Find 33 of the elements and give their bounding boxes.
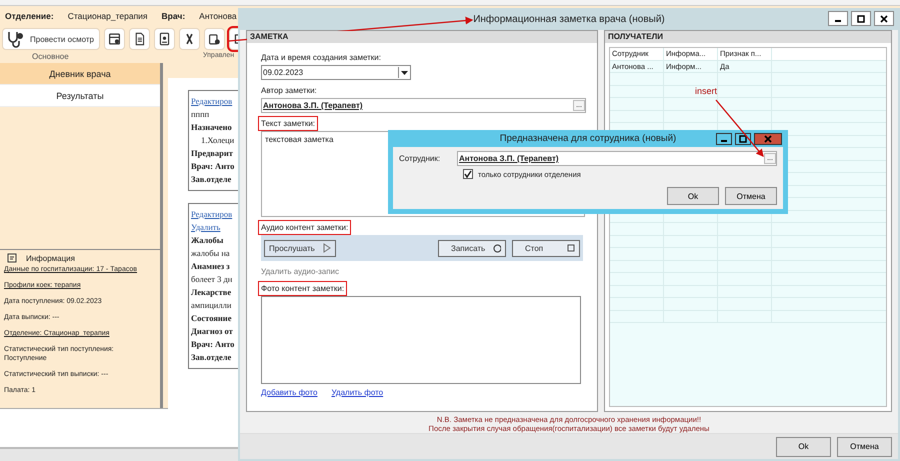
record-text: Жалобы — [191, 234, 224, 246]
author-label: Автор заметки: — [261, 86, 317, 95]
record-text: Врач: Анто — [191, 160, 234, 172]
record-text: ампицилли — [191, 299, 232, 311]
doctor-value: Антонова — [199, 11, 237, 21]
photo-label: Фото контент заметки: — [261, 284, 344, 293]
panel-title: ПОЛУЧАТЕЛИ — [605, 31, 891, 43]
annotation-text: insert — [695, 86, 718, 96]
audio-label: Аудио контент заметки: — [261, 223, 348, 232]
record-text: Назначено — [191, 121, 232, 133]
note-text-label: Текст заметки: — [261, 119, 316, 128]
employee-label: Сотрудник: — [399, 154, 437, 163]
record-text: Анамнез з — [191, 260, 230, 272]
record-text: 1.Холеци — [200, 134, 234, 146]
record-text: Предварит — [191, 147, 233, 159]
record-text: Диагноз от — [191, 325, 233, 337]
record-text: Зав.отделе — [191, 351, 232, 363]
date-label: Дата и время создания заметки: — [261, 53, 381, 62]
toolbar-group-label: Основное — [32, 52, 69, 61]
panel-title: ЗАМЕТКА — [247, 31, 597, 43]
record-text: жалобы на — [191, 247, 230, 259]
record-text: Зав.отделе — [191, 173, 232, 185]
department-label: Отделение: — [5, 11, 54, 21]
dialog-title: Предназначена для сотрудника (новый) — [500, 133, 676, 144]
info-title: Информация — [26, 254, 75, 262]
record-text: Лекарстве — [191, 286, 232, 298]
record-text: Состояние — [191, 312, 232, 324]
record-text: болеет 3 дн — [191, 273, 232, 285]
department-value: Стационар_терапия — [68, 11, 148, 21]
record-text: пппп — [191, 108, 210, 120]
record-text: Врач: Анто — [191, 338, 234, 350]
doctor-label: Врач: — [162, 11, 186, 21]
dialog-title: Информационная заметка врача (новый) — [473, 14, 665, 24]
